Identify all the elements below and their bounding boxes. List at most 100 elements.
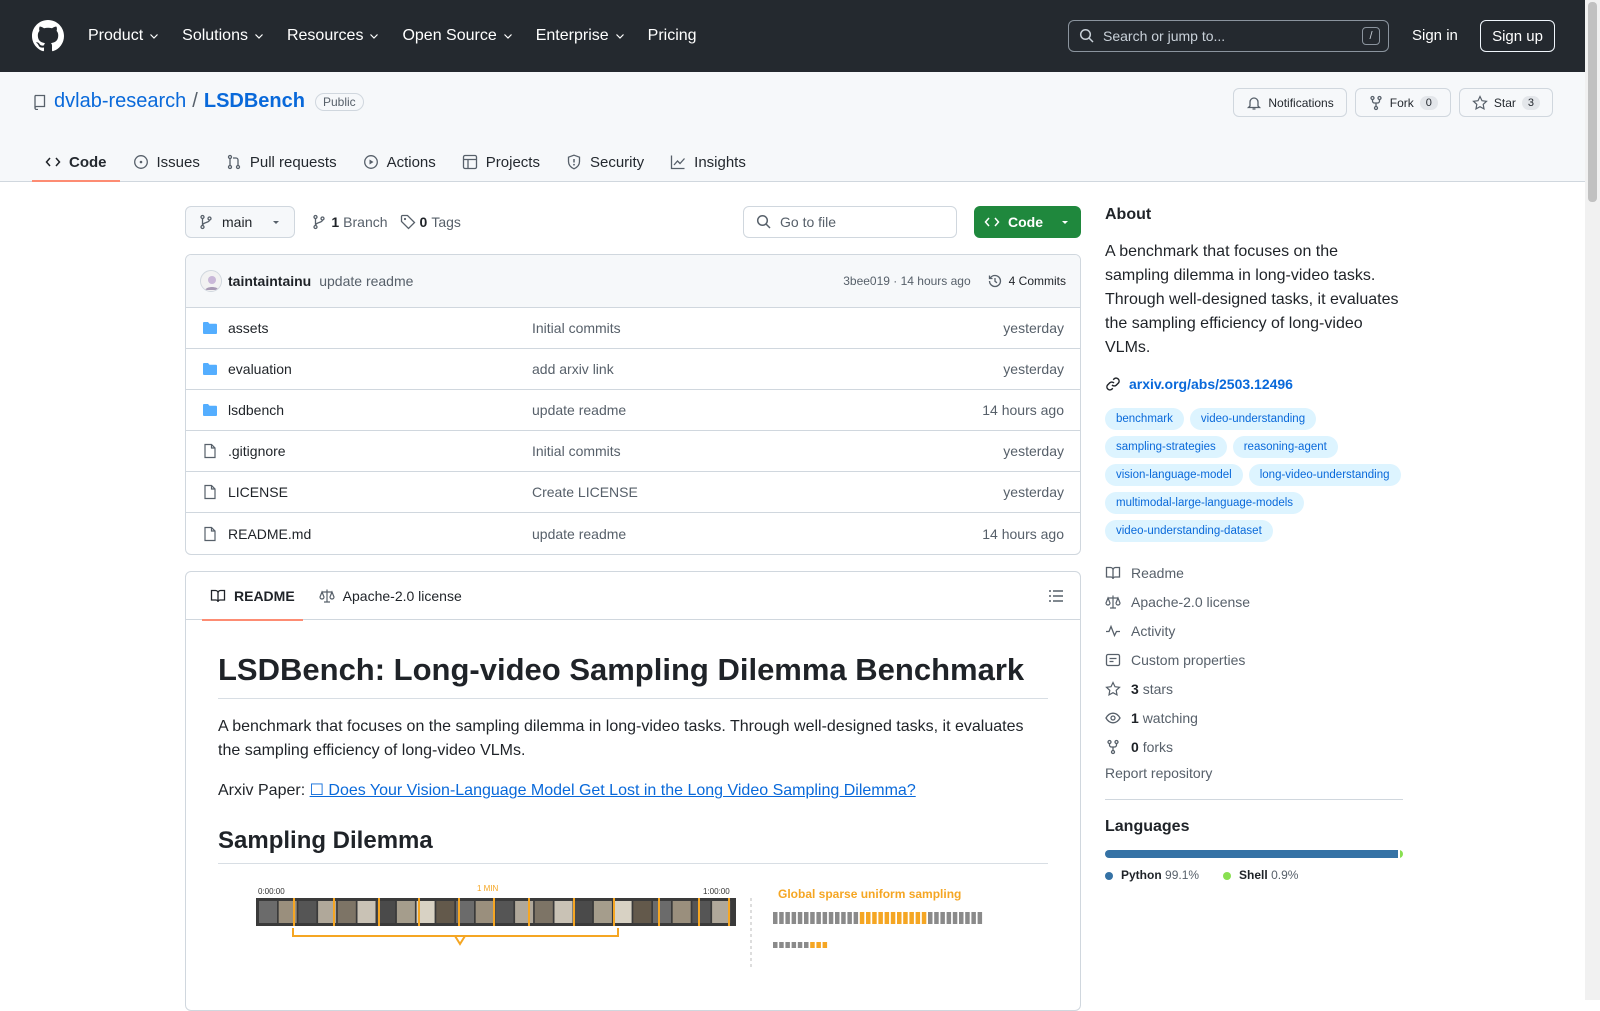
sign-in-link[interactable]: Sign in: [1412, 27, 1458, 44]
readme-link[interactable]: Readme: [1105, 558, 1403, 587]
tab-code[interactable]: Code: [32, 142, 120, 182]
nav-pricing[interactable]: Pricing: [648, 27, 697, 45]
go-to-file-input[interactable]: Go to file: [743, 206, 957, 238]
folder-icon: [203, 404, 217, 416]
file-name-link[interactable]: README.md: [228, 526, 311, 542]
custom-properties-label: Custom properties: [1131, 651, 1246, 668]
file-name-link[interactable]: .gitignore: [228, 443, 286, 459]
nav-resources[interactable]: Resources: [287, 27, 380, 45]
language-legend-item[interactable]: Python 99.1%: [1105, 868, 1199, 882]
tag-label: Tags: [431, 214, 461, 230]
sample-bar-small: [779, 942, 784, 949]
readme-link-label: Readme: [1131, 564, 1184, 581]
nav-product[interactable]: Product: [88, 27, 160, 45]
file-row[interactable]: assets Initial commits yesterday: [186, 308, 1080, 349]
readme-tabs: README Apache-2.0 license: [186, 572, 1080, 621]
tab-issues[interactable]: Issues: [120, 142, 213, 182]
tab-license[interactable]: Apache-2.0 license: [311, 572, 470, 620]
tab-pull-requests[interactable]: Pull requests: [213, 142, 350, 182]
activity-link[interactable]: Activity: [1105, 616, 1403, 645]
stars-link[interactable]: 3 stars: [1105, 674, 1403, 703]
sample-bar-small: [773, 942, 778, 949]
paper-link[interactable]: ☐ Does Your Vision-Language Model Get Lo…: [310, 782, 916, 799]
commit-author[interactable]: taintaintainu: [228, 273, 311, 289]
branches-link[interactable]: 1 Branch: [311, 214, 388, 230]
repo-name-link[interactable]: LSDBench: [204, 90, 305, 113]
watchers-link[interactable]: 1 watching: [1105, 703, 1403, 732]
file-name-link[interactable]: lsdbench: [228, 402, 284, 418]
file-commit-message[interactable]: add arxiv link: [532, 361, 1003, 377]
file-row[interactable]: README.md update readme 14 hours ago: [186, 513, 1080, 554]
tab-projects[interactable]: Projects: [449, 142, 553, 182]
go-to-file-placeholder: Go to file: [780, 214, 837, 230]
code-download-button[interactable]: Code: [974, 206, 1081, 238]
topic-tag[interactable]: video-understanding-dataset: [1105, 520, 1273, 542]
video-frame-thumbnail: [554, 901, 573, 924]
watchers-label: watching: [1142, 709, 1198, 726]
nav-open-source[interactable]: Open Source: [402, 27, 513, 45]
repo-owner-link[interactable]: dvlab-research: [54, 90, 186, 113]
fork-icon: [1107, 739, 1119, 754]
branch-selector[interactable]: main: [185, 206, 296, 238]
page-scrollbar[interactable]: [1585, 0, 1600, 1000]
avatar[interactable]: [200, 270, 222, 292]
homepage-link[interactable]: arxiv.org/abs/2503.12496: [1105, 376, 1403, 392]
file-name-link[interactable]: assets: [228, 320, 268, 336]
custom-properties-link[interactable]: Custom properties: [1105, 645, 1403, 674]
file-row[interactable]: LICENSE Create LICENSE yesterday: [186, 472, 1080, 513]
topic-tag[interactable]: reasoning-agent: [1232, 436, 1338, 458]
nav-solutions[interactable]: Solutions: [182, 27, 265, 45]
tab-security[interactable]: Security: [553, 142, 657, 182]
tab-readme[interactable]: README: [202, 572, 303, 621]
file-commit-message[interactable]: update readme: [532, 526, 982, 542]
tags-link[interactable]: 0 Tags: [400, 214, 461, 230]
fork-label: Fork: [1389, 95, 1414, 110]
nav-enterprise[interactable]: Enterprise: [536, 27, 626, 45]
search-icon: [1079, 28, 1094, 43]
file-commit-message[interactable]: Initial commits: [532, 443, 1003, 459]
tab-actions[interactable]: Actions: [350, 142, 449, 182]
topic-tag[interactable]: sampling-strategies: [1105, 436, 1227, 458]
language-legend-item[interactable]: Shell 0.9%: [1223, 868, 1298, 882]
license-link[interactable]: Apache-2.0 license: [1105, 587, 1403, 616]
file-row[interactable]: evaluation add arxiv link yesterday: [186, 349, 1080, 390]
scrollbar-thumb[interactable]: [1588, 2, 1597, 202]
file-commit-message[interactable]: Create LICENSE: [532, 484, 1003, 500]
sample-bar-small: [822, 942, 828, 949]
commit-hash-time[interactable]: 3bee019 · 14 hours ago: [843, 274, 970, 288]
tab-insights[interactable]: Insights: [657, 142, 759, 182]
github-logo-icon[interactable]: [32, 20, 64, 52]
tab-projects-label: Projects: [485, 153, 540, 171]
tab-insights-label: Insights: [694, 153, 746, 171]
sign-up-button[interactable]: Sign up: [1480, 20, 1555, 52]
topic-tag[interactable]: benchmark: [1105, 408, 1184, 430]
file-browser: taintaintainu update readme 3bee019 · 14…: [185, 254, 1081, 555]
file-row[interactable]: .gitignore Initial commits yesterday: [186, 431, 1080, 472]
global-search-input[interactable]: Search or jump to... /: [1068, 20, 1389, 52]
report-repository-link[interactable]: Report repository: [1105, 765, 1403, 800]
code-toolbar: main 1 Branch 0 Tags Go to file Code: [185, 206, 1081, 238]
forks-link[interactable]: 0 forks: [1105, 732, 1403, 761]
notifications-button[interactable]: Notifications: [1233, 88, 1347, 117]
topic-tag[interactable]: multimodal-large-language-models: [1105, 492, 1305, 514]
file-commit-message[interactable]: Initial commits: [532, 320, 1003, 336]
commit-message[interactable]: update readme: [319, 273, 413, 289]
topic-tag[interactable]: video-understanding: [1189, 408, 1317, 430]
file-name-link[interactable]: LICENSE: [228, 484, 288, 500]
topic-tag[interactable]: long-video-understanding: [1248, 464, 1401, 486]
commits-link[interactable]: 4 Commits: [987, 273, 1066, 289]
topic-tag[interactable]: vision-language-model: [1105, 464, 1243, 486]
link-icon: [1106, 377, 1120, 391]
outline-list-icon[interactable]: [1048, 588, 1064, 604]
branch-name: main: [222, 214, 253, 230]
homepage-link-label: arxiv.org/abs/2503.12496: [1129, 376, 1293, 392]
readme-title: LSDBench: Long-video Sampling Dilemma Be…: [218, 650, 1048, 700]
fork-button[interactable]: Fork 0: [1354, 88, 1451, 117]
code-icon: [45, 157, 61, 167]
sample-bar: [884, 912, 890, 925]
sample-bar-small: [804, 942, 809, 949]
file-commit-message[interactable]: update readme: [532, 402, 982, 418]
star-button[interactable]: Star 3: [1458, 88, 1553, 117]
file-name-link[interactable]: evaluation: [228, 361, 292, 377]
file-row[interactable]: lsdbench update readme 14 hours ago: [186, 390, 1080, 431]
